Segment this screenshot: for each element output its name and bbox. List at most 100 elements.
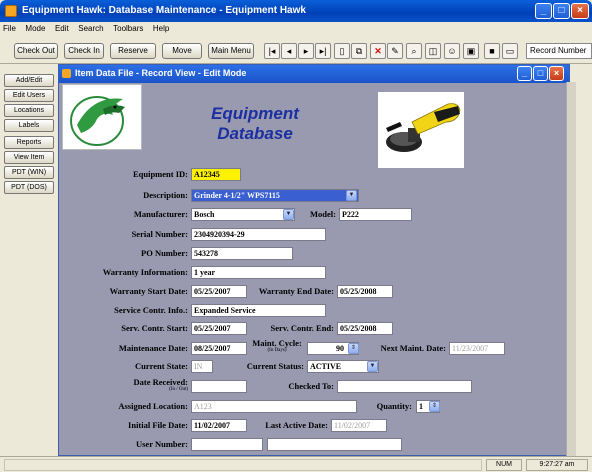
maximize-button[interactable]: □ [553,3,570,19]
minimize-button[interactable]: _ [535,3,552,19]
menu-search[interactable]: Search [78,22,103,36]
assigned-location-label: Assigned Location: [118,401,188,411]
warranty-end-field[interactable]: 05/25/2008 [337,285,393,298]
menu-toolbars[interactable]: Toolbars [113,22,143,36]
edit-record-icon[interactable]: ✎ [387,43,403,59]
checked-to-label: Checked To: [288,381,334,391]
side-add-edit-button[interactable]: Add/Edit [4,74,54,87]
hawk-logo [62,84,142,150]
clock: 9:27:27 am [526,459,588,471]
current-state-label: Current State: [135,361,188,371]
vertical-scrollbar[interactable] [566,82,576,456]
num-lock-indicator: NUM [486,459,522,471]
serv-start-label: Serv. Contr. Start: [121,323,188,333]
inner-close-button[interactable]: × [549,66,564,81]
reserve-button[interactable]: Reserve [110,43,156,59]
warranty-end-label: Warranty End Date: [258,286,334,296]
users-icon[interactable]: ☺ [444,43,460,59]
next-maint-field[interactable]: 11/23/2007 [449,342,505,355]
next-maint-label: Next Maint. Date: [380,343,446,353]
model-label: Model: [310,209,336,219]
equipment-id-field[interactable]: A12345 [191,168,241,181]
first-record-icon[interactable]: |◂ [264,43,280,59]
po-number-field[interactable]: 543278 [191,247,293,260]
menu-help[interactable]: Help [153,22,169,36]
maintenance-date-field[interactable]: 08/25/2007 [191,342,247,355]
user-number-label: User Number: [135,439,188,449]
current-status-label: Current Status: [246,361,304,371]
inner-minimize-button[interactable]: _ [517,66,532,81]
next-record-icon[interactable]: ▸ [298,43,314,59]
description-dropdown-icon[interactable]: ▼ [346,190,357,201]
folder-icon[interactable]: ▭ [502,43,518,59]
search-icon[interactable]: ⌕ [406,43,422,59]
serv-end-label: Serv. Contr. End: [270,323,334,333]
title-bar: Equipment Hawk: Database Maintenance - E… [0,0,592,22]
side-panel: Add/Edit Edit Users Locations Labels Rep… [0,64,58,454]
manufacturer-label: Manufacturer: [133,209,188,219]
side-locations-button[interactable]: Locations [4,104,54,117]
save-icon[interactable]: ■ [484,43,500,59]
record-number-field[interactable]: Record Number [526,43,592,59]
last-active-field[interactable]: 11/02/2007 [331,419,387,432]
close-button[interactable]: × [571,3,589,19]
user-number-field[interactable] [191,438,263,451]
last-active-label: Last Active Date: [265,420,328,430]
prev-record-icon[interactable]: ◂ [281,43,297,59]
menu-mode[interactable]: Mode [25,22,45,36]
warranty-start-field[interactable]: 05/25/2007 [191,285,247,298]
maint-cycle-unit: (In Days) [267,348,287,353]
filter-icon[interactable]: ◫ [425,43,441,59]
check-out-button[interactable]: Check Out [14,43,58,59]
inner-maximize-button[interactable]: □ [533,66,548,81]
menu-file[interactable]: File [3,22,16,36]
quantity-spinner-icon[interactable]: ⇕ [429,401,440,412]
user-name-field[interactable] [267,438,402,451]
maint-cycle-label-group: Maint. Cycle: (In Days) [250,339,304,354]
side-pdt-dos-button[interactable]: PDT (DOS) [4,181,54,194]
serv-end-field[interactable]: 05/25/2008 [337,322,393,335]
side-reports-button[interactable]: Reports [4,136,54,149]
new-record-icon[interactable]: ▯ [334,43,350,59]
side-pdt-win-button[interactable]: PDT (WIN) [4,166,54,179]
current-state-field[interactable]: IN [191,360,213,373]
menu-edit[interactable]: Edit [55,22,69,36]
initial-file-label: Initial File Date: [128,420,188,430]
window-title: Equipment Hawk: Database Maintenance - E… [22,5,306,16]
current-status-dropdown-icon[interactable]: ▼ [367,361,378,372]
service-info-field[interactable]: Expanded Service [191,304,326,317]
manufacturer-select[interactable]: Bosch [191,208,295,221]
manufacturer-dropdown-icon[interactable]: ▼ [283,209,294,220]
app-icon [5,5,17,17]
page-title: Equipment Database [190,104,320,144]
serv-start-field[interactable]: 05/25/2007 [191,322,247,335]
model-field[interactable]: P222 [339,208,412,221]
assigned-location-field[interactable]: A123 [191,400,357,413]
menu-bar: File Mode Edit Search Toolbars Help [0,22,592,36]
last-record-icon[interactable]: ▸| [315,43,331,59]
side-view-item-button[interactable]: View Item [4,151,54,164]
move-button[interactable]: Move [162,43,202,59]
quantity-label: Quantity: [376,401,412,411]
inner-window-icon [62,69,71,78]
delete-record-icon[interactable]: ✕ [370,43,386,59]
side-edit-users-button[interactable]: Edit Users [4,89,54,102]
initial-file-field[interactable]: 11/02/2007 [191,419,247,432]
image-icon[interactable]: ▣ [463,43,479,59]
check-in-button[interactable]: Check In [64,43,104,59]
date-received-field[interactable] [191,380,247,393]
maint-cycle-spinner-icon[interactable]: ⇕ [348,343,359,354]
side-labels-button[interactable]: Labels [4,119,54,132]
warranty-start-label: Warranty Start Date: [109,286,188,296]
toolbar: Check Out Check In Reserve Move Main Men… [0,36,592,64]
maintenance-date-label: Maintenance Date: [118,343,188,353]
service-info-label: Service Contr. Info.: [114,305,188,315]
main-menu-button[interactable]: Main Menu [208,43,254,59]
serial-number-field[interactable]: 2304920394-29 [191,228,326,241]
description-select[interactable]: Grinder 4-1/2" WPS7115 [191,189,359,202]
warranty-info-label: Warranty Information: [102,267,188,277]
copy-record-icon[interactable]: ⧉ [351,43,367,59]
warranty-info-field[interactable]: 1 year [191,266,326,279]
checked-to-field[interactable] [337,380,472,393]
status-bar: NUM 9:27:27 am [0,456,592,472]
